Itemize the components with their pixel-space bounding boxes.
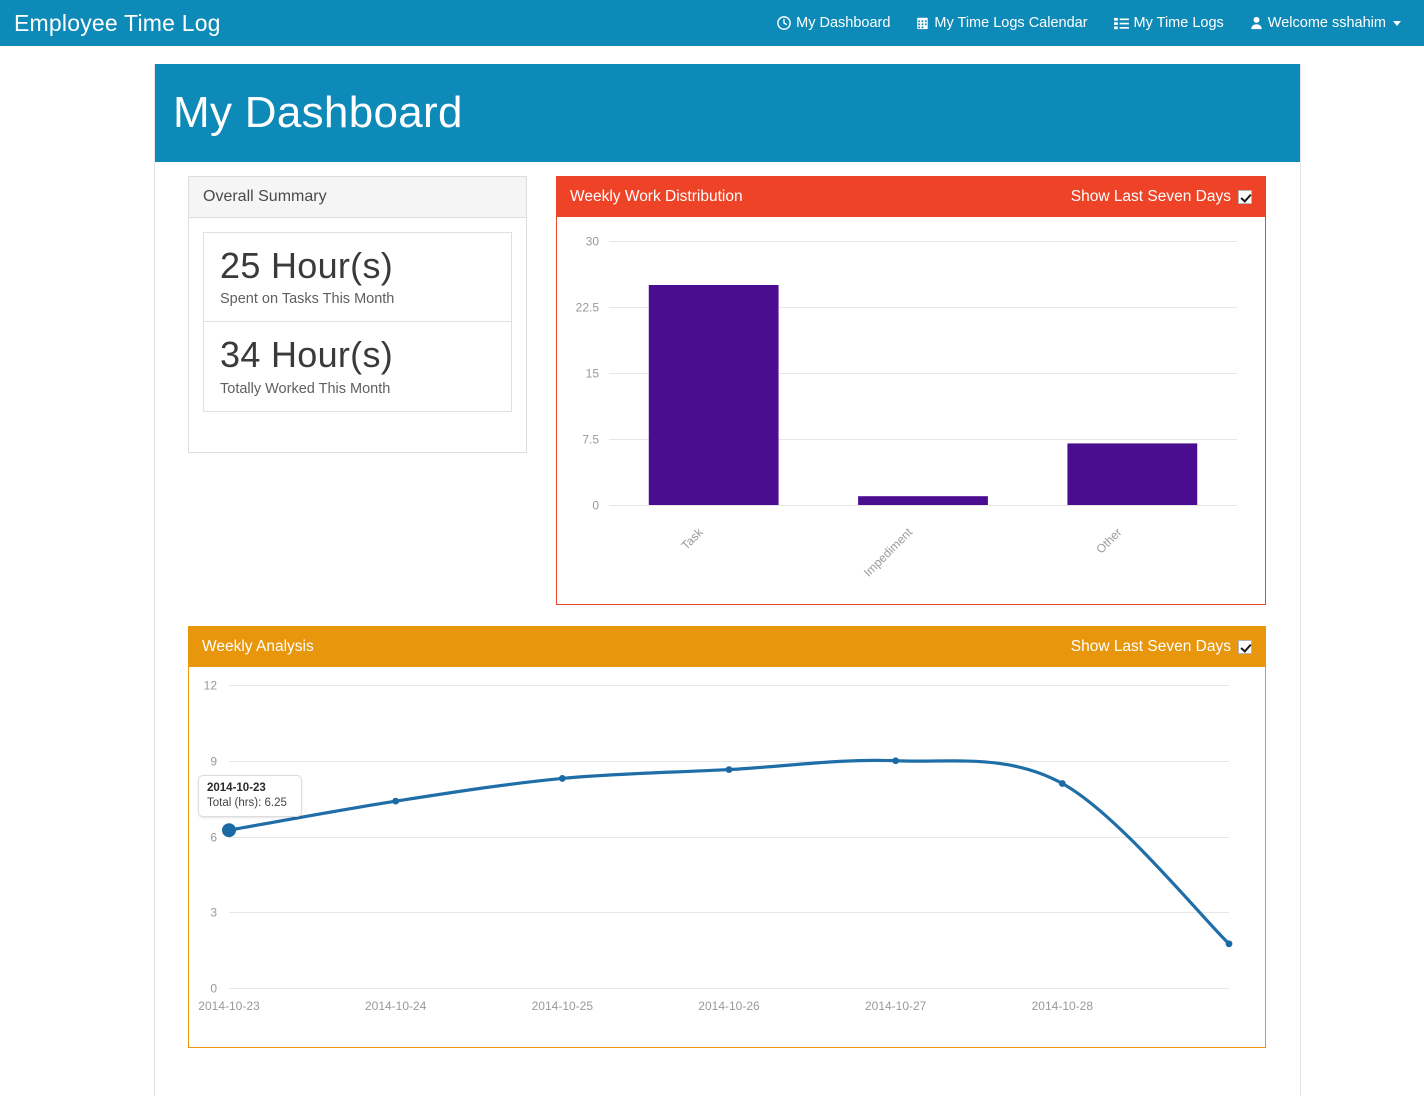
bar-x-tick-label: Task (678, 524, 706, 552)
summary-stat-label: Totally Worked This Month (220, 380, 391, 397)
weekly-analysis-title: Weekly Analysis (202, 638, 314, 655)
nav-links: My Dashboard My Time Logs Calendar My Ti… (764, 15, 1414, 31)
page-right-edge (1300, 64, 1301, 1096)
tooltip-date: 2014-10-23 (207, 781, 266, 794)
line-x-tick-label: 2014-10-24 (365, 999, 427, 1013)
nav-item-my-time-logs-calendar[interactable]: My Time Logs Calendar (903, 15, 1100, 31)
nav-item-label: Welcome sshahim (1267, 15, 1386, 31)
line-y-tick-label: 12 (204, 678, 218, 692)
nav-item-label: My Dashboard (796, 15, 891, 31)
weekly-work-distribution-panel: Weekly Work Distribution Show Last Seven… (556, 176, 1266, 605)
bar-y-tick-label: 15 (586, 366, 600, 380)
wwd-show-last-seven-days-checkbox[interactable] (1238, 189, 1252, 204)
weekly-analysis-panel: Weekly Analysis Show Last Seven Days 0 3 6… (188, 626, 1266, 1048)
nav-item-label: My Time Logs Calendar (934, 15, 1088, 31)
summary-stat-value: 25 Hour(s) (220, 245, 394, 286)
top-navbar: Employee Time Log My Dashboard My Time L… (0, 0, 1424, 46)
line-x-tick-label: 2014-10-25 (532, 999, 594, 1013)
user-icon (1250, 16, 1263, 30)
line-data-point[interactable] (892, 756, 900, 764)
line-x-tick-label: 2014-10-28 (1032, 999, 1094, 1013)
bar-x-tick-label: Impediment (861, 524, 916, 579)
nav-item-my-dashboard[interactable]: My Dashboard (764, 15, 903, 31)
line-data-point[interactable] (558, 774, 566, 782)
line-data-point[interactable] (392, 797, 400, 805)
line-y-tick-label: 3 (210, 905, 217, 919)
wwd-toggle-label: Show Last Seven Days (1070, 188, 1231, 205)
clock-icon (777, 16, 791, 30)
bar-x-tick-label: Other (1093, 525, 1124, 556)
overall-summary-body: 25 Hour(s) Spent on Tasks This Month 34 … (189, 218, 526, 426)
jumbotron: My Dashboard (155, 64, 1300, 162)
bar-y-tick-label: 30 (586, 234, 600, 248)
wa-toggle-wrapper[interactable]: Show Last Seven Days (1071, 639, 1252, 655)
line-data-point[interactable] (1225, 939, 1233, 947)
bar[interactable] (1067, 442, 1198, 505)
summary-stat-item: 34 Hour(s) Totally Worked This Month (204, 321, 511, 410)
line-x-tick-label: 2014-10-23 (198, 999, 260, 1013)
line-y-tick-label: 0 (210, 981, 217, 995)
bar[interactable] (648, 284, 779, 505)
weekly-work-distribution-title: Weekly Work Distribution (570, 188, 743, 205)
line-chart-tooltip: 2014-10-23 Total (hrs): 6.25 (198, 774, 302, 817)
line-chart[interactable]: 0 3 6 9 12 2014-10-23 2014-10-24 2014-10-25 2014… (189, 667, 1265, 1040)
overall-summary-title: Overall Summary (203, 188, 327, 205)
line-y-tick-label: 9 (210, 754, 217, 768)
line-x-tick-label: 2014-10-27 (865, 999, 927, 1013)
brand-title[interactable]: Employee Time Log (14, 10, 221, 37)
wa-toggle-label: Show Last Seven Days (1070, 638, 1231, 655)
weekly-analysis-header: Weekly Analysis Show Last Seven Days (189, 627, 1265, 667)
list-icon (1113, 17, 1129, 30)
bar-y-tick-label: 0 (592, 498, 599, 512)
line-series-path (227, 758, 1231, 945)
nav-item-user-menu[interactable]: Welcome sshahim (1237, 15, 1414, 31)
bar-chart[interactable]: 0 7.5 15 22.5 30 Task Impediment Other (557, 217, 1265, 597)
line-data-point[interactable] (725, 765, 733, 773)
bar-y-tick-label: 7.5 (582, 432, 599, 446)
bar-y-tick-label: 22.5 (576, 300, 600, 314)
nav-item-label: My Time Logs (1133, 15, 1224, 31)
line-data-point-active[interactable] (222, 822, 236, 837)
nav-item-my-time-logs[interactable]: My Time Logs (1101, 15, 1237, 31)
bar[interactable] (858, 495, 988, 505)
calendar-icon (916, 16, 929, 30)
line-y-tick-label: 6 (210, 830, 217, 844)
summary-stat-label: Spent on Tasks This Month (220, 291, 395, 308)
summary-stat-value: 34 Hour(s) (220, 334, 394, 376)
summary-stat-item: 25 Hour(s) Spent on Tasks This Month (204, 233, 511, 321)
overall-summary-panel: Overall Summary 25 Hour(s) Spent on Task… (188, 176, 527, 453)
overall-summary-header: Overall Summary (189, 177, 526, 218)
line-data-point[interactable] (1058, 779, 1066, 787)
chevron-down-icon (1393, 20, 1401, 26)
wwd-toggle-wrapper[interactable]: Show Last Seven Days (1071, 189, 1252, 205)
wa-show-last-seven-days-checkbox[interactable] (1238, 639, 1252, 654)
summary-stat-list: 25 Hour(s) Spent on Tasks This Month 34 … (203, 232, 512, 412)
weekly-analysis-body: 0 3 6 9 12 2014-10-23 2014-10-24 2014-10-25 2014… (189, 667, 1265, 1041)
page-container: My Dashboard Overall Summary 25 Hour(s) … (155, 64, 1300, 1096)
page-title: My Dashboard (173, 88, 463, 137)
line-x-tick-label: 2014-10-26 (698, 999, 760, 1013)
weekly-work-distribution-header: Weekly Work Distribution Show Last Seven… (557, 177, 1265, 217)
tooltip-total: Total (hrs): 6.25 (207, 796, 287, 809)
weekly-work-distribution-body: 0 7.5 15 22.5 30 Task Impediment Other (557, 217, 1265, 598)
